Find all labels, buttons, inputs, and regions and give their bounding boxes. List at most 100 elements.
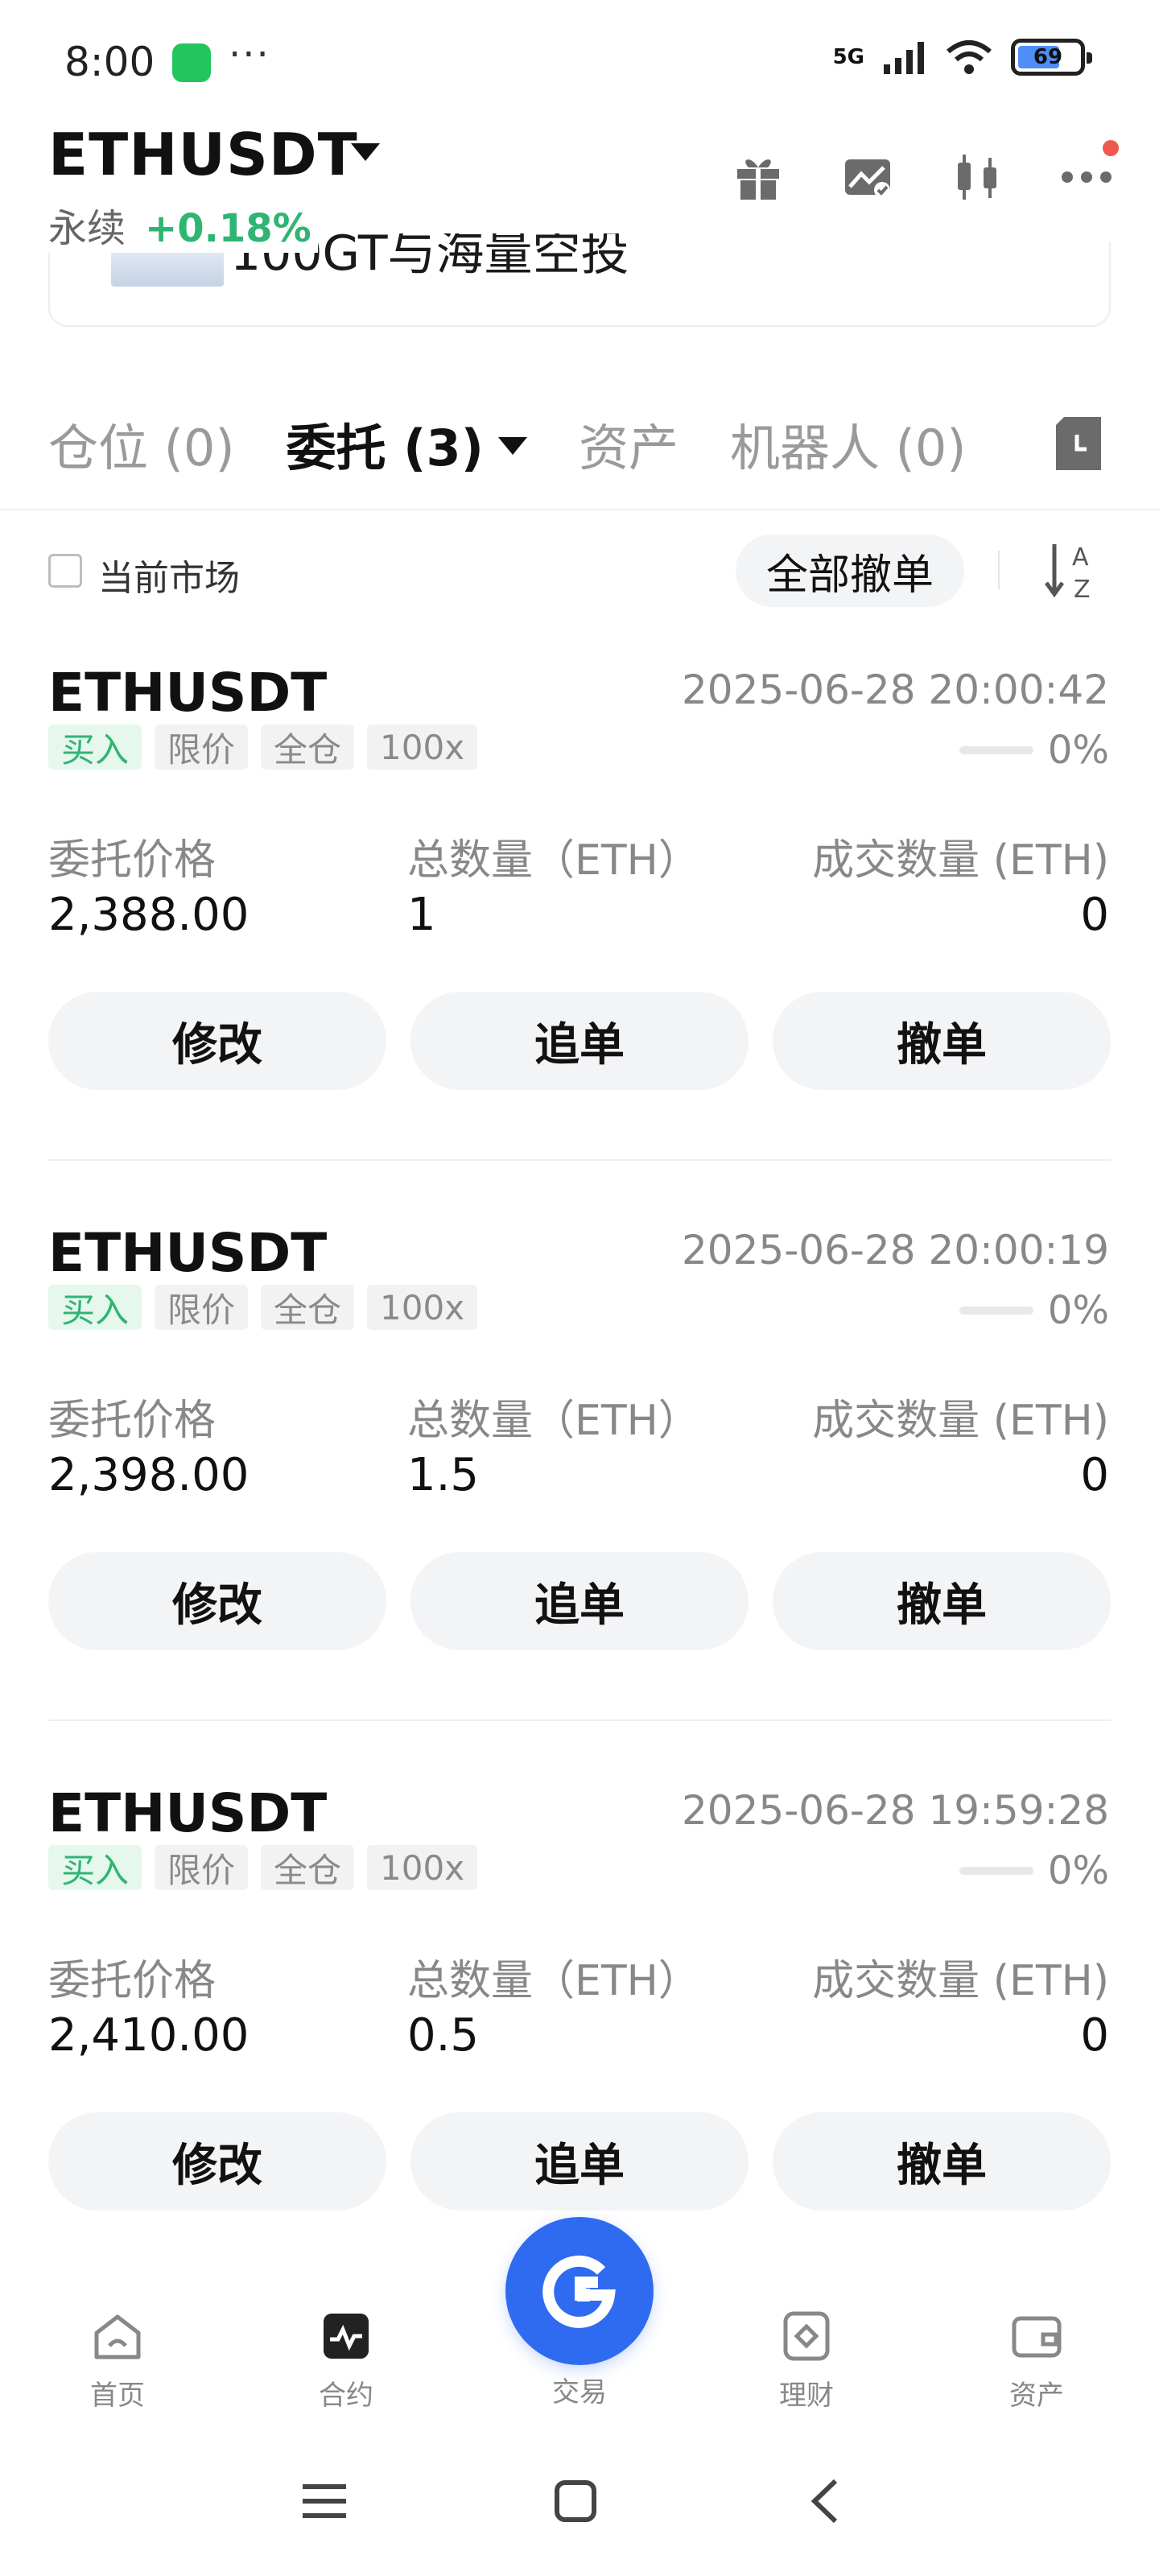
chart-icon[interactable] — [842, 151, 893, 203]
nav-finance[interactable]: 理财 — [726, 2310, 887, 2413]
order-symbol: ETHUSDT — [48, 662, 328, 724]
order-card: ETHUSDT 2025-06-28 20:00:42 买入 限价 全仓 100… — [0, 644, 1159, 1199]
wifi-icon — [947, 40, 992, 74]
trade-logo-icon — [542, 2255, 616, 2328]
trade-button[interactable] — [505, 2217, 654, 2365]
cancel-order-button[interactable]: 撤单 — [773, 992, 1111, 1090]
filled-value: 0 — [1080, 1449, 1109, 1501]
margin-mode-badge: 全仓 — [261, 1285, 355, 1330]
chevron-down-icon — [497, 437, 527, 455]
more-icon — [1062, 171, 1112, 183]
status-more-dots: ··· — [229, 32, 270, 77]
modify-button[interactable]: 修改 — [48, 992, 386, 1090]
tab-positions[interactable]: 仓位 (0) — [48, 407, 235, 480]
filled-value: 0 — [1080, 2009, 1109, 2062]
notification-dot — [1103, 140, 1119, 156]
margin-mode-badge: 全仓 — [261, 1845, 355, 1890]
side-badge: 买入 — [48, 724, 142, 770]
order-tags: 买入 限价 全仓 100x — [48, 1285, 478, 1330]
current-market-checkbox[interactable] — [48, 554, 82, 588]
tab-assets[interactable]: 资产 — [579, 407, 678, 480]
card-divider — [48, 1159, 1111, 1161]
modify-button[interactable]: 修改 — [48, 1552, 386, 1650]
leverage-badge: 100x — [367, 724, 478, 770]
progress-bar — [959, 746, 1033, 754]
cancel-order-button[interactable]: 撤单 — [773, 2112, 1111, 2211]
contract-type: 永续 — [48, 206, 126, 251]
nav-assets[interactable]: 资产 — [956, 2310, 1117, 2413]
margin-mode-badge: 全仓 — [261, 724, 355, 770]
sort-az-icon[interactable]: A Z — [1043, 539, 1101, 602]
total-value: 1.5 — [407, 1449, 480, 1501]
current-market-label[interactable]: 当前市场 — [98, 549, 240, 601]
home-square-icon[interactable] — [554, 2479, 597, 2523]
progress-text: 0% — [1047, 1848, 1109, 1893]
price-value: 2,388.00 — [48, 889, 250, 941]
wechat-icon — [172, 43, 211, 82]
chase-button[interactable]: 追单 — [410, 992, 749, 1090]
modify-button[interactable]: 修改 — [48, 2112, 386, 2211]
candlestick-icon[interactable] — [951, 151, 1003, 203]
total-value: 1 — [407, 889, 436, 941]
order-type-badge: 限价 — [155, 1285, 249, 1330]
nav-home-label: 首页 — [90, 2380, 145, 2412]
symbol-selector[interactable]: ETHUSDT — [48, 121, 358, 188]
battery-level: 69 — [1033, 45, 1063, 69]
symbol-subtitle: 永续 +0.18% — [48, 196, 318, 253]
order-tags: 买入 限价 全仓 100x — [48, 724, 478, 770]
price-label: 委托价格 — [48, 1397, 217, 1445]
order-type-badge: 限价 — [155, 1845, 249, 1890]
tabs-divider — [0, 509, 1159, 510]
total-value: 0.5 — [407, 2009, 480, 2062]
filled-value: 0 — [1080, 889, 1109, 941]
tab-orders[interactable]: 委托 (3) — [287, 407, 527, 480]
filled-label: 成交数量 (ETH) — [812, 1957, 1109, 2005]
battery-icon: 69 — [1011, 39, 1092, 76]
cancel-all-button[interactable]: 全部撤单 — [736, 535, 964, 607]
order-tags: 买入 限价 全仓 100x — [48, 1845, 478, 1890]
order-card: ETHUSDT 2025-06-28 20:00:19 买入 限价 全仓 100… — [0, 1204, 1159, 1760]
chase-button[interactable]: 追单 — [410, 1552, 749, 1650]
svg-text:Z: Z — [1074, 576, 1091, 602]
status-time: 8:00 — [64, 39, 155, 85]
nav-finance-label: 理财 — [779, 2380, 834, 2412]
total-label: 总数量（ETH） — [407, 1397, 700, 1445]
progress-text: 0% — [1047, 728, 1109, 773]
price-label: 委托价格 — [48, 1957, 217, 2005]
order-time: 2025-06-28 20:00:19 — [681, 1227, 1109, 1274]
nav-contract[interactable]: 合约 — [266, 2310, 427, 2413]
chevron-down-icon[interactable] — [351, 143, 380, 161]
order-time: 2025-06-28 19:59:28 — [681, 1787, 1109, 1834]
svg-text:A: A — [1072, 543, 1089, 572]
gift-icon[interactable] — [732, 151, 784, 203]
network-label: 5G — [832, 45, 864, 69]
nav-assets-label: 资产 — [1009, 2380, 1064, 2412]
more-menu[interactable] — [1061, 140, 1119, 203]
filled-label: 成交数量 (ETH) — [812, 836, 1109, 885]
history-icon[interactable] — [1053, 415, 1104, 472]
chase-button[interactable]: 追单 — [410, 2112, 749, 2211]
nav-home[interactable]: 首页 — [37, 2310, 198, 2413]
order-symbol: ETHUSDT — [48, 1222, 328, 1284]
progress-text: 0% — [1047, 1288, 1109, 1333]
price-label: 委托价格 — [48, 836, 217, 885]
side-badge: 买入 — [48, 1845, 142, 1890]
back-icon[interactable] — [808, 2478, 840, 2524]
tab-bots[interactable]: 机器人 (0) — [730, 407, 967, 480]
tab-orders-label: 委托 (3) — [286, 419, 484, 477]
total-label: 总数量（ETH） — [407, 1957, 700, 2005]
wallet-icon — [1012, 2316, 1062, 2358]
finance-icon — [783, 2311, 830, 2361]
status-indicators: 5G 69 — [832, 39, 1092, 76]
filled-label: 成交数量 (ETH) — [812, 1397, 1109, 1445]
order-type-badge: 限价 — [155, 724, 249, 770]
leverage-badge: 100x — [367, 1845, 478, 1890]
nav-contract-label: 合约 — [319, 2380, 373, 2412]
menu-icon[interactable] — [303, 2481, 346, 2521]
price-value: 2,410.00 — [48, 2009, 250, 2062]
cancel-order-button[interactable]: 撤单 — [773, 1552, 1111, 1650]
price-value: 2,398.00 — [48, 1449, 250, 1501]
fill-progress: 0% — [959, 728, 1109, 773]
fill-progress: 0% — [959, 1848, 1109, 1893]
card-divider — [48, 1719, 1111, 1721]
